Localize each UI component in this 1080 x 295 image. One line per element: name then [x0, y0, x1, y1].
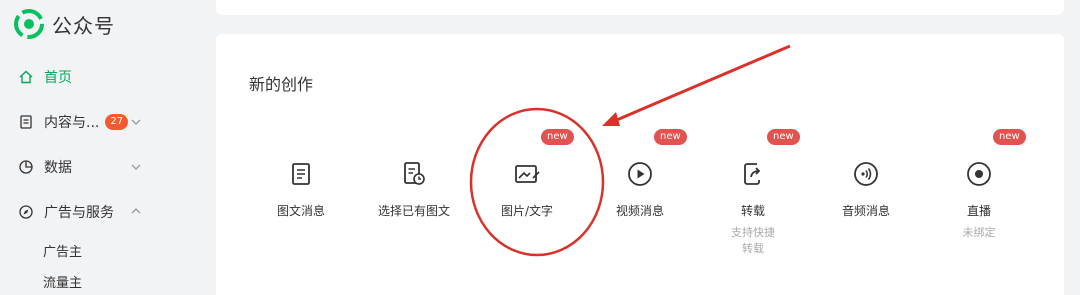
new-tag: new [654, 129, 687, 145]
new-tag: new [993, 129, 1026, 145]
wechat-official-logo-icon [14, 9, 44, 39]
top-card [216, 0, 1064, 15]
sidebar-item-content[interactable]: 内容与... 27 [18, 112, 129, 132]
chevron-down-icon[interactable] [130, 161, 142, 173]
sidebar-item-label: 内容与... [44, 115, 100, 131]
tool-article[interactable]: 图文消息 [246, 160, 356, 219]
new-tag: new [541, 129, 574, 145]
sidebar-item-label: 数据 [44, 160, 72, 176]
sidebar: 公众号 首页 内容与... 27 数据 广告与服务 广告主 流量主 [0, 0, 200, 295]
app-name: 公众号 [52, 13, 115, 38]
tool-image-text[interactable]: 图片/文字 [472, 160, 582, 219]
tool-existing-article[interactable]: 选择已有图文 [359, 160, 469, 219]
article-icon [292, 163, 310, 185]
sidebar-item-data[interactable]: 数据 [18, 157, 72, 177]
chevron-up-icon[interactable] [130, 205, 142, 217]
tool-audio[interactable]: 音频消息 [811, 160, 921, 219]
tool-label: 音频消息 [841, 204, 890, 218]
tool-label: 图文消息 [276, 204, 325, 218]
tool-repost[interactable]: 转载 支持快捷转载 [698, 160, 808, 257]
tool-label: 选择已有图文 [377, 204, 450, 218]
app-logo[interactable]: 公众号 [14, 9, 115, 39]
repost-icon [744, 163, 761, 185]
tool-live[interactable]: 直播 未绑定 [924, 160, 1034, 241]
sidebar-item-label: 首页 [44, 70, 72, 86]
image-text-icon [515, 165, 540, 183]
notification-badge: 27 [105, 114, 129, 130]
live-icon [967, 162, 991, 186]
tool-video[interactable]: 视频消息 [585, 160, 695, 219]
chevron-down-icon[interactable] [130, 116, 142, 128]
tool-label: 转载 [740, 204, 765, 218]
sidebar-subitem-publisher[interactable]: 流量主 [43, 272, 82, 291]
document-icon [18, 114, 34, 130]
tool-sublabel: 支持快捷转载 [731, 226, 775, 255]
sidebar-item-ads[interactable]: 广告与服务 [18, 202, 114, 222]
video-play-icon [628, 162, 652, 186]
audio-icon [854, 162, 878, 186]
existing-article-icon [404, 162, 425, 185]
tool-label: 图片/文字 [500, 204, 554, 218]
compass-icon [18, 204, 34, 220]
tool-label: 视频消息 [615, 204, 664, 218]
tool-label: 直播 [966, 204, 991, 218]
sidebar-item-label: 广告与服务 [44, 205, 114, 221]
section-title: 新的创作 [249, 75, 314, 94]
chart-pie-icon [18, 159, 34, 175]
sidebar-item-home[interactable]: 首页 [18, 67, 72, 87]
new-tag: new [767, 129, 800, 145]
home-icon [18, 69, 34, 85]
sidebar-subitem-advertiser[interactable]: 广告主 [43, 241, 82, 260]
tool-sublabel: 未绑定 [962, 226, 996, 239]
